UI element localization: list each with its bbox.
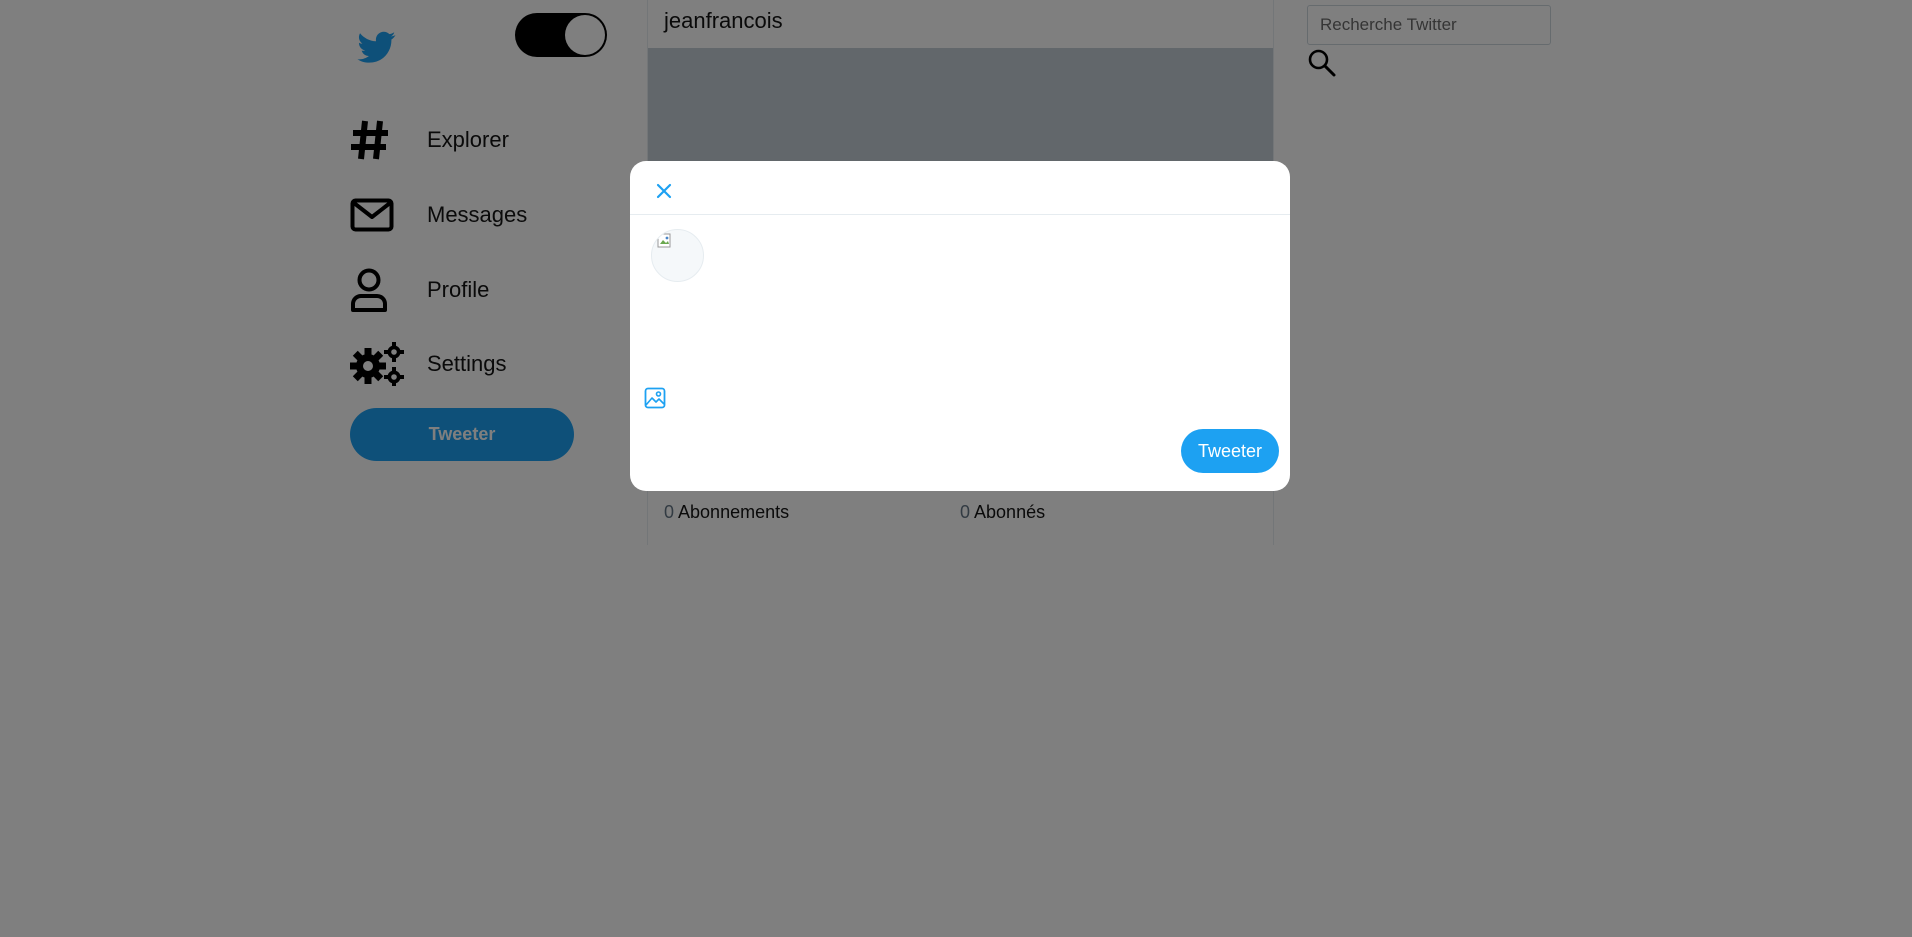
image-icon[interactable] [644,387,666,409]
close-icon[interactable] [654,181,674,201]
modal-header [630,161,1290,215]
tweet-textarea[interactable] [720,231,1274,375]
submit-tweet-button[interactable]: Tweeter [1181,429,1279,473]
page: ✺ Explorer [0,0,1912,937]
avatar [651,229,704,282]
tweet-compose-modal: Tweeter [630,161,1290,491]
